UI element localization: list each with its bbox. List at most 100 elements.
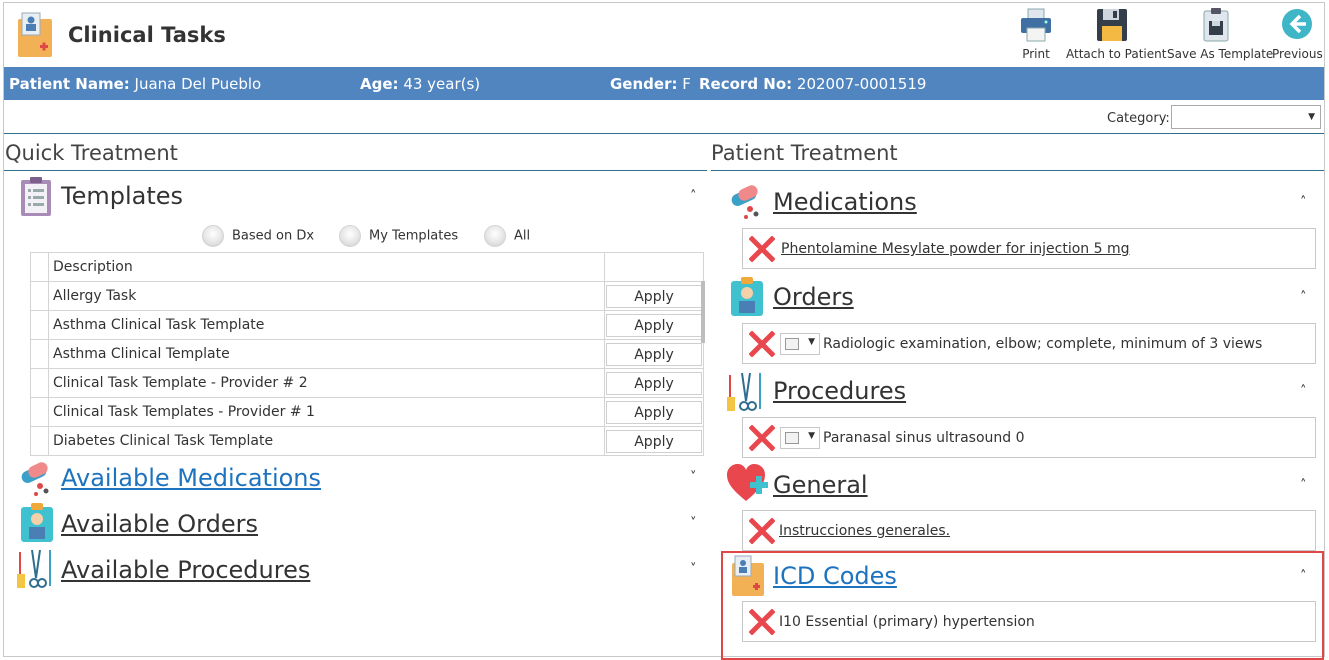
- template-description: Clinical Task Template - Provider # 2: [48, 368, 605, 398]
- chevron-down-icon: ▼: [1308, 112, 1315, 122]
- patient-gender: Gender: F: [610, 75, 691, 93]
- pills-icon: [731, 185, 759, 219]
- chevron-up-icon[interactable]: ˄: [1300, 384, 1307, 399]
- general-item-link[interactable]: Instrucciones generales.: [779, 523, 950, 539]
- remove-x-icon[interactable]: [749, 236, 775, 262]
- category-label: Category:: [1107, 111, 1170, 126]
- table-scrollbar[interactable]: [701, 281, 705, 343]
- attach-to-patient-button[interactable]: Attach to Patient: [1066, 7, 1166, 61]
- templates-table: Description Allergy Task Apply Asthma Cl…: [30, 252, 704, 456]
- template-description: Clinical Task Templates - Provider # 1: [48, 397, 605, 427]
- clipboard-doctor-icon: [18, 12, 52, 57]
- previous-label: Previous: [1272, 47, 1323, 61]
- divider: [4, 170, 707, 171]
- table-row[interactable]: Allergy Task Apply: [30, 281, 704, 311]
- apply-button[interactable]: Apply: [606, 284, 702, 308]
- save-as-template-label: Save As Template: [1167, 47, 1274, 61]
- document-icon: [785, 338, 799, 350]
- available-medications-link[interactable]: Available Medications: [61, 464, 321, 492]
- apply-button[interactable]: Apply: [606, 429, 702, 453]
- divider: [711, 170, 1324, 171]
- available-orders-link[interactable]: Available Orders: [61, 510, 258, 538]
- chevron-up-icon[interactable]: ˄: [1300, 290, 1307, 305]
- procedures-title[interactable]: Procedures: [773, 377, 906, 405]
- print-button[interactable]: Print: [1014, 7, 1058, 61]
- remove-x-icon[interactable]: [749, 331, 775, 357]
- chevron-down-icon[interactable]: ˅: [690, 470, 697, 485]
- document-dropdown[interactable]: ▼: [780, 427, 820, 449]
- quick-treatment-heading: Quick Treatment: [5, 141, 178, 165]
- chevron-down-icon[interactable]: ˅: [690, 516, 697, 531]
- table-row[interactable]: Diabetes Clinical Task Template Apply: [30, 426, 704, 456]
- patient-card-icon: [732, 555, 764, 596]
- radio-based-on-dx[interactable]: Based on Dx: [202, 225, 314, 247]
- patient-info-bar: Patient Name: Juana Del Pueblo Age: 43 y…: [4, 67, 1324, 100]
- printer-icon: [1021, 8, 1051, 42]
- previous-button[interactable]: Previous: [1272, 7, 1323, 61]
- apply-button[interactable]: Apply: [606, 342, 702, 366]
- remove-x-icon[interactable]: [749, 518, 775, 544]
- remove-x-icon[interactable]: [749, 425, 775, 451]
- icd-codes-title[interactable]: ICD Codes: [773, 562, 897, 590]
- chevron-up-icon[interactable]: ˄: [690, 189, 697, 204]
- table-row[interactable]: Clinical Task Templates - Provider # 1 A…: [30, 397, 704, 427]
- order-item: ▼ Radiologic examination, elbow; complet…: [742, 323, 1316, 364]
- doctor-icon: [731, 277, 763, 316]
- radio-all[interactable]: All: [484, 225, 530, 247]
- clipboard-list-icon: [21, 177, 51, 216]
- template-description: Diabetes Clinical Task Template: [48, 426, 605, 456]
- app-window: Clinical Tasks Print Attach to Patient S…: [3, 2, 1325, 660]
- column-header-description: Description: [48, 252, 605, 282]
- surgical-tools-icon: [17, 549, 51, 588]
- medication-item-link[interactable]: Phentolamine Mesylate powder for injecti…: [781, 241, 1130, 257]
- table-header-row: Description: [30, 252, 704, 282]
- apply-button[interactable]: Apply: [606, 313, 702, 337]
- floppy-disk-icon: [1097, 9, 1127, 41]
- chevron-up-icon[interactable]: ˄: [1300, 195, 1307, 210]
- chevron-down-icon: ▼: [808, 431, 815, 441]
- patient-name: Patient Name: Juana Del Pueblo: [9, 75, 262, 93]
- general-title[interactable]: General: [773, 471, 868, 499]
- save-as-template-button[interactable]: Save As Template: [1167, 7, 1273, 61]
- chevron-up-icon[interactable]: ˄: [1300, 478, 1307, 493]
- table-row[interactable]: Asthma Clinical Task Template Apply: [30, 310, 704, 340]
- medications-title[interactable]: Medications: [773, 188, 917, 216]
- document-dropdown[interactable]: ▼: [780, 333, 820, 355]
- medication-item: Phentolamine Mesylate powder for injecti…: [742, 228, 1316, 269]
- chevron-down-icon: ▼: [808, 337, 815, 347]
- document-icon: [785, 432, 799, 444]
- apply-button[interactable]: Apply: [606, 371, 702, 395]
- back-arrow-icon: [1282, 9, 1312, 39]
- print-label: Print: [1022, 47, 1050, 61]
- radio-my-templates[interactable]: My Templates: [339, 225, 458, 247]
- available-procedures-link[interactable]: Available Procedures: [61, 556, 310, 584]
- app-title: Clinical Tasks: [68, 23, 226, 47]
- category-filter-row: Category: ▼: [4, 100, 1324, 134]
- chevron-down-icon[interactable]: ˅: [690, 562, 697, 577]
- templates-title: Templates: [61, 182, 184, 210]
- pills-icon: [21, 462, 49, 496]
- template-description: Asthma Clinical Task Template: [48, 310, 605, 340]
- template-description: Allergy Task: [48, 281, 605, 311]
- general-item: Instrucciones generales.: [742, 510, 1316, 551]
- apply-button[interactable]: Apply: [606, 400, 702, 424]
- surgical-tools-icon: [727, 372, 761, 411]
- orders-title[interactable]: Orders: [773, 283, 854, 311]
- clipboard-save-icon: [1203, 8, 1229, 42]
- patient-record-number: Record No: 202007-0001519: [699, 75, 927, 93]
- icd-code-item: I10 Essential (primary) hypertension: [742, 601, 1316, 642]
- procedure-item-text: Paranasal sinus ultrasound 0: [823, 430, 1025, 446]
- doctor-icon: [21, 503, 53, 542]
- patient-age: Age: 43 year(s): [360, 75, 481, 93]
- category-select[interactable]: ▼: [1171, 105, 1321, 129]
- order-item-text: Radiologic examination, elbow; complete,…: [823, 336, 1263, 352]
- heart-plus-icon: [727, 464, 768, 501]
- procedure-item: ▼ Paranasal sinus ultrasound 0: [742, 417, 1316, 458]
- attach-to-patient-label: Attach to Patient: [1066, 47, 1167, 61]
- table-row[interactable]: Asthma Clinical Template Apply: [30, 339, 704, 369]
- remove-x-icon[interactable]: [749, 609, 775, 635]
- icd-code-item-text: I10 Essential (primary) hypertension: [779, 614, 1035, 630]
- chevron-up-icon[interactable]: ˄: [1300, 569, 1307, 584]
- table-row[interactable]: Clinical Task Template - Provider # 2 Ap…: [30, 368, 704, 398]
- app-header: Clinical Tasks Print Attach to Patient S…: [4, 3, 1324, 67]
